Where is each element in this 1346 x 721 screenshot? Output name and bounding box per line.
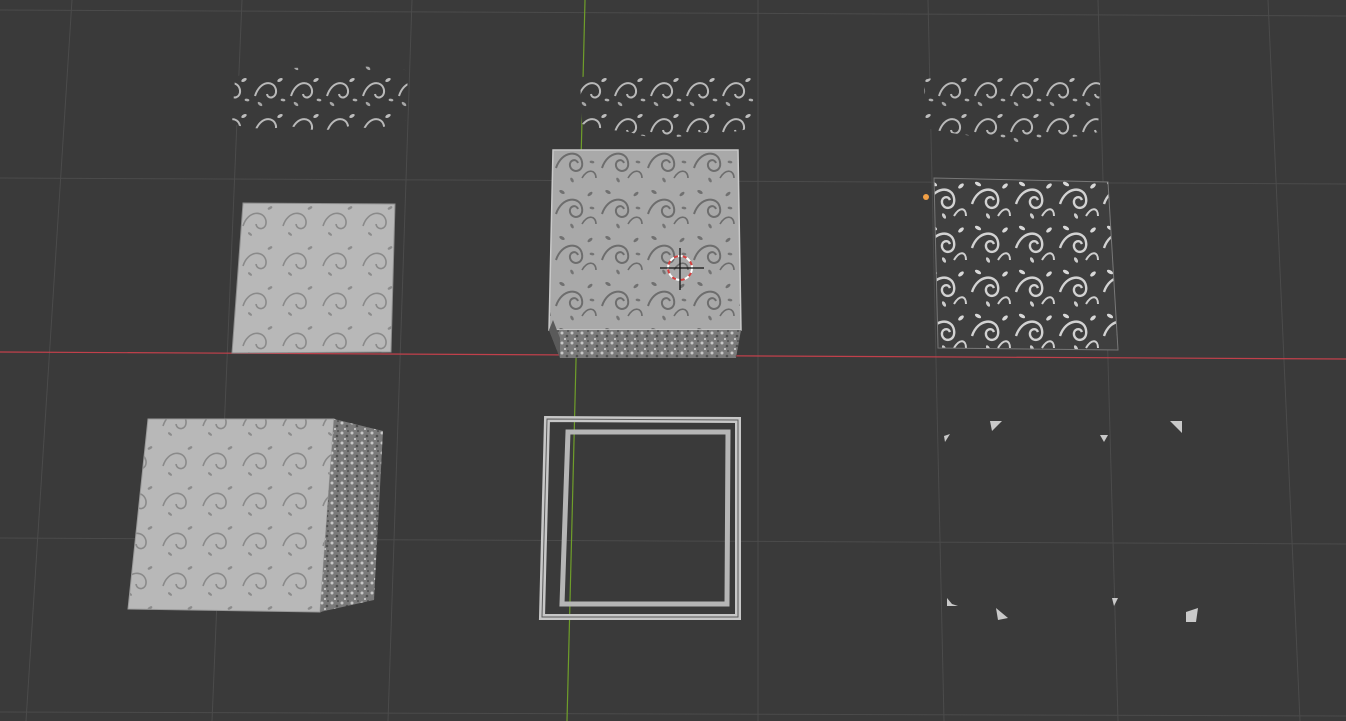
object-origin-icon[interactable] [923, 194, 929, 200]
selected-cube[interactable] [548, 149, 742, 358]
floral-strip-left[interactable] [232, 66, 408, 130]
embossed-cube[interactable] [127, 418, 383, 613]
hollow-frame[interactable] [538, 415, 741, 620]
floral-strip-right[interactable] [924, 75, 1100, 143]
corner-brackets[interactable] [944, 421, 1198, 622]
3d-viewport[interactable] [0, 0, 1346, 721]
embossed-plane[interactable] [231, 202, 396, 354]
floral-cutout-panel[interactable] [933, 177, 1119, 351]
floral-strip-center[interactable] [580, 73, 754, 138]
